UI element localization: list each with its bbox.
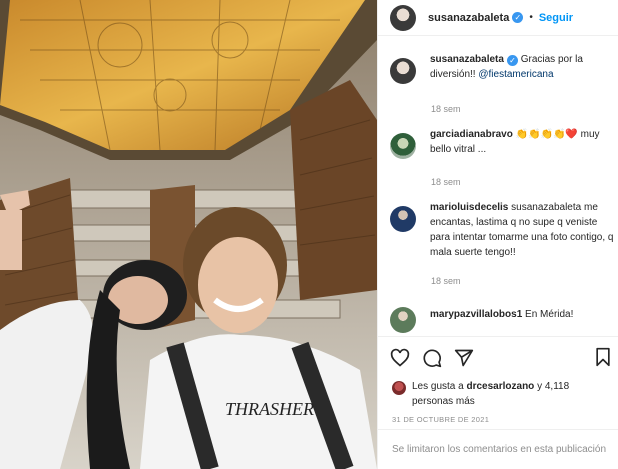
commenter-username[interactable]: garciadianabravo <box>430 129 513 140</box>
verified-icon: ✓ <box>512 12 524 23</box>
comment-item: marypazvillalobos1 En Mérida! <box>390 301 614 333</box>
likes-summary: Les gusta a drcesarlozano y 4,118 person… <box>392 379 612 409</box>
author-username[interactable]: susanazabaleta <box>428 12 509 24</box>
comment-icon[interactable] <box>422 348 442 368</box>
bookmark-icon[interactable] <box>593 347 613 367</box>
author-avatar[interactable] <box>390 4 416 31</box>
comment-text: marioluisdecelis susanazabaleta me encan… <box>430 200 614 260</box>
shirt-print-text: THRASHER <box>225 399 314 419</box>
likes-text: Les gusta a drcesarlozano y 4,118 person… <box>412 379 612 409</box>
share-icon[interactable] <box>454 348 474 368</box>
liker-username[interactable]: drcesarlozano <box>466 381 534 392</box>
commenter-avatar[interactable] <box>390 58 416 84</box>
comment-text: marypazvillalobos1 En Mérida! <box>430 301 573 333</box>
comment-time: 18 sem <box>431 276 461 286</box>
separator-dot: • <box>529 12 533 23</box>
comment-time: 18 sem <box>431 104 461 114</box>
post-date[interactable]: 31 DE OCTUBRE DE 2021 <box>392 415 489 424</box>
post-actions-section: Les gusta a drcesarlozano y 4,118 person… <box>378 336 618 469</box>
commenter-avatar[interactable] <box>390 206 416 232</box>
commenter-username[interactable]: susanazabaleta <box>430 54 504 65</box>
comment-text: susanazabaleta ✓ Gracias por la diversión… <box>430 52 614 84</box>
commenter-username[interactable]: marypazvillalobos1 <box>430 309 522 320</box>
verified-icon: ✓ <box>506 55 518 66</box>
comment-item: susanazabaleta ✓ Gracias por la diversión… <box>390 52 614 84</box>
commenter-username[interactable]: marioluisdecelis <box>430 202 508 213</box>
comments-disabled-notice: Se limitaron los comentarios en esta pub… <box>378 429 618 469</box>
likes-prefix: Les gusta a <box>412 381 467 392</box>
commenter-avatar[interactable] <box>390 307 416 333</box>
photo-scene: THRASHER <box>0 0 377 469</box>
action-icons <box>390 347 474 369</box>
comment-text: garciadianabravo 👏👏👏👏❤️ muy bello vitral… <box>430 127 614 159</box>
post-side-panel: susanazabaleta ✓ • Seguir susanazabaleta… <box>377 0 618 469</box>
heart-icon[interactable] <box>390 348 410 368</box>
post-photo[interactable]: THRASHER <box>0 0 377 469</box>
commenter-avatar[interactable] <box>390 133 416 159</box>
liker-avatar[interactable] <box>392 381 406 395</box>
comment-time: 18 sem <box>431 177 461 187</box>
comment-item: marioluisdecelis susanazabaleta me encan… <box>390 200 614 260</box>
comment-body: En Mérida! <box>525 309 574 320</box>
post-header: susanazabaleta ✓ • Seguir <box>378 0 618 36</box>
follow-button[interactable]: Seguir <box>539 12 573 24</box>
comments-list[interactable]: susanazabaleta ✓ Gracias por la diversión… <box>378 37 618 335</box>
comment-mention[interactable]: @fiestamericana <box>478 69 553 80</box>
comment-item: garciadianabravo 👏👏👏👏❤️ muy bello vitral… <box>390 127 614 159</box>
